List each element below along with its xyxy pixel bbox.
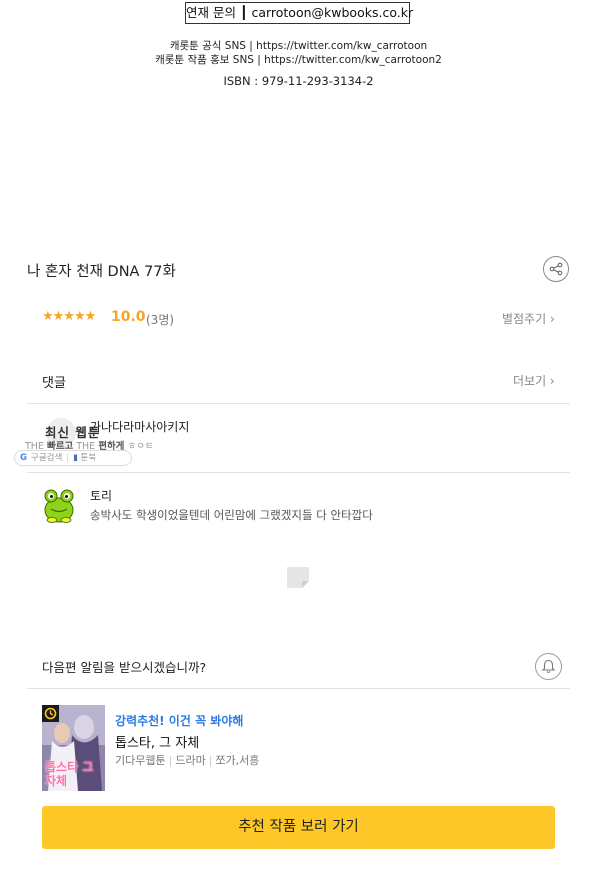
rating-score: 10.0 xyxy=(111,309,146,325)
notify-question: 다음편 알림을 받으시겠습니까? xyxy=(42,660,207,675)
comments-heading: 댓글 xyxy=(42,376,66,391)
rating-count: (3명) xyxy=(146,313,175,327)
recommend-title[interactable]: 톱스타, 그 자체 xyxy=(115,732,199,751)
recommend-cta-button[interactable]: 추천 작품 보러 가기 xyxy=(42,806,555,849)
rate-button[interactable]: 별점주기 › xyxy=(502,310,555,327)
recommend-cover[interactable]: 톱스타 그 자체 xyxy=(42,705,105,791)
comment-author: 토리 xyxy=(90,489,113,503)
contact-info: 연재 문의 ┃ carrotoon@kwbooks.co.kr xyxy=(185,2,413,24)
watermark-search-pill: G 구글검색 | ▮ 툰북 xyxy=(14,450,132,466)
promo-sns-text: 캐롯툰 작품 홍보 SNS | https://twitter.com/kw_c… xyxy=(155,54,442,66)
share-icon xyxy=(549,262,563,276)
comments-more-link[interactable]: 더보기 › xyxy=(513,372,555,389)
share-button[interactable] xyxy=(543,256,569,282)
recommend-tag: 강력추천! 이건 꼭 봐야해 xyxy=(115,714,244,728)
frog-avatar-icon xyxy=(44,489,74,523)
image-placeholder-icon xyxy=(287,567,309,588)
isbn-text: ISBN : 979-11-293-3134-2 xyxy=(223,74,374,88)
google-icon: G xyxy=(20,453,27,463)
cover-title: 톱스타 그 자체 xyxy=(45,760,94,788)
comment-author: 가나다라마사아키지 xyxy=(90,420,190,434)
notify-bell-button[interactable] xyxy=(535,653,562,680)
bell-icon xyxy=(541,659,556,673)
divider xyxy=(27,472,570,473)
official-sns-text: 캐롯툰 공식 SNS | https://twitter.com/kw_carr… xyxy=(169,40,428,52)
comment-text: 송박사도 학생이었을텐데 어린맘에 그랬겠지들 다 안타깝다 xyxy=(90,508,373,522)
divider xyxy=(27,403,570,404)
recommend-meta: 기다무웹툰 | 드라마 | 쪼가,서흥 xyxy=(115,754,260,767)
episode-title: 나 혼자 천재 DNA 77화 xyxy=(27,264,176,280)
toonbook-icon: ▮ xyxy=(73,453,78,463)
divider xyxy=(27,688,570,689)
rating-stars: ★★★★★ xyxy=(42,309,96,324)
